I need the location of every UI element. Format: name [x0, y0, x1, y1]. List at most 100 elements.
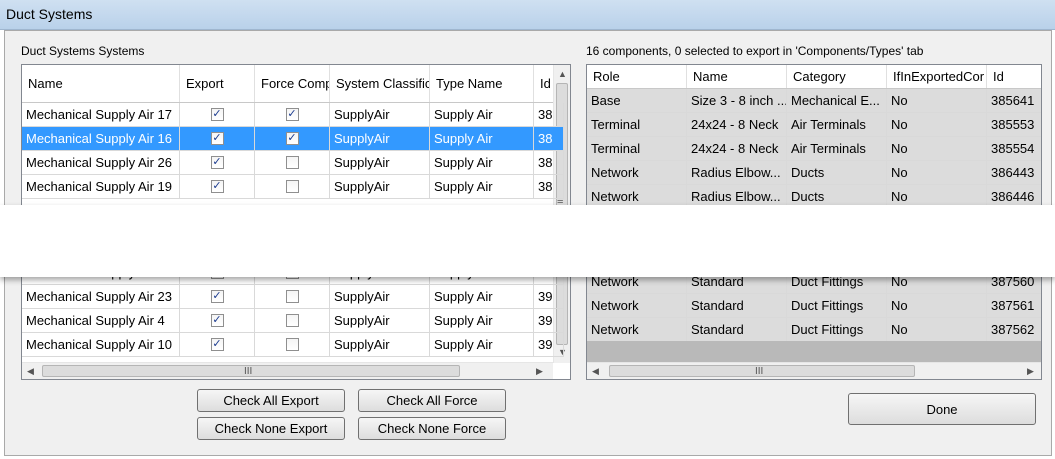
done-button[interactable]: Done [848, 393, 1036, 425]
type-name-cell: Supply Air [430, 151, 534, 174]
category-cell: Air Terminals [787, 137, 887, 160]
column-header[interactable]: Type Name [430, 65, 534, 102]
id-cell: 385641 [987, 89, 1041, 112]
component-name-cell: Standard [687, 294, 787, 317]
table-row[interactable]: Mechanical Supply Air 10 ✓ SupplyAir Supply… [22, 333, 564, 357]
scroll-left-icon[interactable]: ◀ [27, 366, 34, 377]
id-cell: 39 [534, 285, 564, 308]
checkmark-icon: ✓ [212, 180, 222, 192]
scroll-right-icon[interactable]: ▶ [536, 366, 543, 377]
scroll-grip-icon: III [244, 366, 253, 377]
force-checkbox-cell [255, 333, 330, 356]
export-checkbox[interactable]: ✓ [210, 290, 224, 303]
checkmark-icon: ✓ [287, 108, 297, 120]
horizontal-scrollbar[interactable]: ◀ III ▶ [22, 362, 553, 379]
export-checkbox[interactable]: ✓ [210, 338, 224, 351]
classification-cell: SupplyAir [330, 309, 430, 332]
check-none-export-button[interactable]: Check None Export [197, 417, 345, 440]
id-cell: 38 [534, 127, 564, 150]
table-row[interactable]: Mechanical Supply Air 17 ✓ ✓ SupplyAir Suppl… [22, 103, 564, 127]
exported-cell: No [887, 137, 987, 160]
table-row[interactable]: Mechanical Supply Air 26 ✓ SupplyAir Supply… [22, 151, 564, 175]
check-all-export-button[interactable]: Check All Export [197, 389, 345, 412]
force-checkbox[interactable] [285, 338, 299, 351]
table-row[interactable]: Network Standard Duct Fittings No 387561 [587, 294, 1041, 318]
check-none-force-button[interactable]: Check None Force [358, 417, 506, 440]
table-row[interactable]: Mechanical Supply Air 23 ✓ SupplyAir Supply… [22, 285, 564, 309]
window-title: Duct Systems [6, 6, 93, 22]
column-header[interactable]: Force Comps. [255, 65, 330, 102]
table-row[interactable]: Terminal 24x24 - 8 Neck Air Terminals No 385… [587, 113, 1041, 137]
column-header[interactable]: Id [987, 65, 1041, 88]
table-row[interactable]: Network Radius Elbow... Ducts No 386443 [587, 161, 1041, 185]
classification-cell: SupplyAir [330, 285, 430, 308]
checkmark-icon: ✓ [212, 108, 222, 120]
horizontal-scrollbar[interactable]: ◀ III ▶ [587, 362, 1041, 379]
export-checkbox[interactable]: ✓ [210, 180, 224, 193]
scroll-up-icon[interactable]: ▲ [558, 69, 567, 79]
classification-cell: SupplyAir [330, 333, 430, 356]
column-header[interactable]: System Classification [330, 65, 430, 102]
column-header[interactable]: Category [787, 65, 887, 88]
classification-cell: SupplyAir [330, 103, 430, 126]
table-row[interactable]: Base Size 3 - 8 inch ... Mechanical E... No… [587, 89, 1041, 113]
scroll-grip-icon: III [755, 366, 764, 377]
export-checkbox-cell: ✓ [180, 309, 255, 332]
type-name-cell: Supply Air [430, 103, 534, 126]
force-checkbox[interactable] [285, 290, 299, 303]
column-header[interactable]: IfInExportedCor [887, 65, 987, 88]
checkmark-icon: ✓ [212, 132, 222, 144]
export-checkbox[interactable]: ✓ [210, 314, 224, 327]
id-cell: 386443 [987, 161, 1041, 184]
role-cell: Base [587, 89, 687, 112]
category-cell: Duct Fittings [787, 294, 887, 317]
title-bar: Duct Systems [0, 0, 1055, 30]
force-checkbox-cell [255, 285, 330, 308]
system-name-cell: Mechanical Supply Air 19 [22, 175, 180, 198]
checkmark-icon: ✓ [212, 290, 222, 302]
table-row[interactable]: Network Standard Duct Fittings No 387562 [587, 318, 1041, 342]
grid-header: Role Name Category IfInExportedCor Id [587, 65, 1041, 89]
table-row[interactable]: Mechanical Supply Air 16 ✓ ✓ SupplyAir Suppl… [22, 127, 564, 151]
role-cell: Terminal [587, 137, 687, 160]
export-checkbox-cell: ✓ [180, 175, 255, 198]
role-cell: Network [587, 161, 687, 184]
component-name-cell: Standard [687, 318, 787, 341]
checkmark-icon: ✓ [212, 314, 222, 326]
role-cell: Terminal [587, 113, 687, 136]
force-checkbox[interactable] [285, 156, 299, 169]
exported-cell: No [887, 113, 987, 136]
id-cell: 387561 [987, 294, 1041, 317]
exported-cell: No [887, 294, 987, 317]
export-checkbox[interactable]: ✓ [210, 108, 224, 121]
force-checkbox-cell: ✓ [255, 127, 330, 150]
column-header[interactable]: Name [687, 65, 787, 88]
checkmark-icon: ✓ [212, 338, 222, 350]
force-checkbox[interactable]: ✓ [285, 132, 299, 145]
force-checkbox-cell [255, 151, 330, 174]
force-checkbox[interactable]: ✓ [285, 108, 299, 121]
check-all-force-button[interactable]: Check All Force [358, 389, 506, 412]
table-row[interactable]: Mechanical Supply Air 19 ✓ SupplyAir Supply… [22, 175, 564, 199]
export-checkbox[interactable]: ✓ [210, 132, 224, 145]
classification-cell: SupplyAir [330, 151, 430, 174]
export-checkbox[interactable]: ✓ [210, 156, 224, 169]
scroll-right-icon[interactable]: ▶ [1027, 366, 1034, 377]
force-checkbox[interactable] [285, 180, 299, 193]
export-checkbox-cell: ✓ [180, 285, 255, 308]
force-checkbox[interactable] [285, 314, 299, 327]
export-checkbox-cell: ✓ [180, 333, 255, 356]
left-panel-label: Duct Systems Systems [21, 44, 145, 58]
column-header[interactable]: Name [22, 65, 180, 102]
id-cell: 38 [534, 151, 564, 174]
column-header[interactable]: Export [180, 65, 255, 102]
table-row[interactable]: Mechanical Supply Air 4 ✓ SupplyAir Supply … [22, 309, 564, 333]
exported-cell: No [887, 161, 987, 184]
column-header[interactable]: Role [587, 65, 687, 88]
scroll-left-icon[interactable]: ◀ [592, 366, 599, 377]
system-name-cell: Mechanical Supply Air 4 [22, 309, 180, 332]
type-name-cell: Supply Air [430, 333, 534, 356]
table-row[interactable]: Terminal 24x24 - 8 Neck Air Terminals No 385… [587, 137, 1041, 161]
id-cell: 39 [534, 309, 564, 332]
category-cell: Ducts [787, 161, 887, 184]
